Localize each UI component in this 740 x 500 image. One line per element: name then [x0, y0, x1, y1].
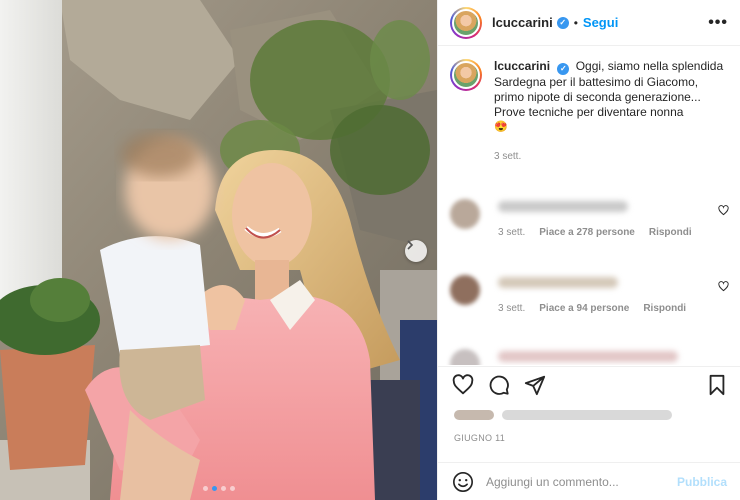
comment-likes[interactable]: Piace a 94 persone [539, 303, 629, 314]
like-button[interactable] [452, 373, 474, 396]
carousel-indicator [0, 486, 437, 491]
comment-time[interactable]: 3 sett. [498, 227, 525, 238]
post-actions-bar [438, 366, 740, 402]
comment-meta: 3 sett. Piace a 278 persone Rispondi [498, 227, 729, 238]
post-photo[interactable] [0, 0, 437, 500]
carousel-next-button[interactable] [405, 240, 427, 262]
likes-summary-blurred[interactable] [454, 408, 684, 422]
comment-button[interactable] [488, 374, 510, 396]
verified-badge-icon: ✓ [557, 62, 570, 75]
publish-button[interactable]: Pubblica [677, 475, 727, 489]
separator: • [573, 15, 578, 30]
emoji-picker-button[interactable] [452, 471, 474, 493]
comment-body: 3 sett. Piace a 94 persone Rispondi [498, 273, 729, 314]
comment-reply-button[interactable]: Rispondi [643, 303, 686, 314]
comment-item [438, 347, 740, 365]
verified-badge-icon: ✓ [556, 16, 569, 29]
comment-like-icon[interactable] [718, 205, 729, 216]
post-caption: lcuccarini ✓ Oggi, siamo nella splendida… [438, 47, 740, 164]
heart-icon [452, 373, 474, 394]
comment-item: 3 sett. Piace a 278 persone Rispondi [438, 197, 740, 238]
comment-text-blurred [498, 201, 628, 212]
avatar-image [452, 61, 480, 89]
caption-emoji: 😍 [494, 120, 508, 133]
post-header: lcuccarini ✓ • Segui ••• [438, 0, 740, 46]
carousel-dot [202, 486, 208, 491]
caption-body: lcuccarini ✓ Oggi, siamo nella splendida… [494, 59, 725, 164]
avatar[interactable] [450, 6, 482, 39]
comments-section[interactable]: lcuccarini ✓ Oggi, siamo nella splendida… [438, 47, 740, 365]
username[interactable]: lcuccarini [492, 15, 553, 30]
more-options-icon[interactable]: ••• [708, 14, 728, 32]
chevron-right-icon [407, 240, 414, 250]
share-button[interactable] [524, 374, 546, 396]
comment-body: 3 sett. Piace a 278 persone Rispondi [498, 197, 729, 238]
carousel-dot [229, 486, 235, 491]
comment-text-blurred [498, 351, 678, 362]
commenter-avatar[interactable] [450, 349, 480, 365]
comment-meta: 3 sett. Piace a 94 persone Rispondi [498, 303, 729, 314]
comment-reply-button[interactable]: Rispondi [649, 227, 692, 238]
comment-item: 3 sett. Piace a 94 persone Rispondi [438, 273, 740, 314]
comment-likes[interactable]: Piace a 278 persone [539, 227, 635, 238]
caption-text-line2: Prove tecniche per diventare nonna [494, 104, 684, 119]
comment-icon [489, 375, 509, 395]
avatar-image [452, 8, 480, 37]
comment-like-icon[interactable] [718, 281, 729, 292]
commenter-avatar[interactable] [450, 275, 480, 305]
carousel-dot-active [211, 486, 217, 491]
caption-time[interactable]: 3 sett. [494, 149, 725, 164]
save-button[interactable] [707, 374, 727, 396]
comment-text-blurred [498, 277, 618, 288]
comment-input[interactable] [486, 474, 677, 489]
carousel-dot [220, 486, 226, 491]
post-date[interactable]: GIUGNO 11 [454, 433, 505, 443]
post-side-panel: lcuccarini ✓ • Segui ••• lcuccarini ✓ Og… [437, 0, 740, 500]
caption-avatar[interactable] [450, 59, 482, 91]
caption-username[interactable]: lcuccarini [494, 59, 550, 73]
comment-time[interactable]: 3 sett. [498, 303, 525, 314]
paper-plane-icon [524, 375, 546, 395]
follow-button[interactable]: Segui [583, 15, 618, 30]
commenter-avatar[interactable] [450, 199, 480, 229]
bookmark-icon [709, 374, 725, 395]
photo-illustration [0, 0, 437, 500]
add-comment-bar: Pubblica [438, 462, 740, 500]
smiley-icon [453, 471, 473, 492]
comment-body [498, 347, 729, 365]
